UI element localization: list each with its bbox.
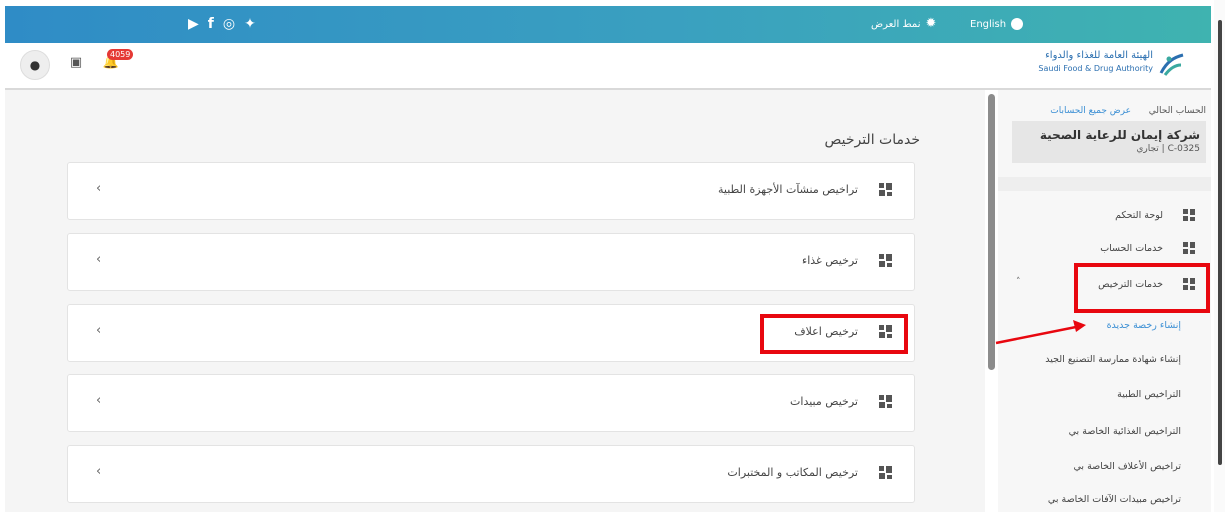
- twitter-icon[interactable]: ✦: [244, 16, 256, 32]
- sub-item-food-licenses[interactable]: التراخيص الغذائية الخاصة بي: [1069, 426, 1181, 437]
- instagram-icon[interactable]: ◎: [223, 16, 235, 32]
- main-content: خدمات الترخيص ‹ تراخيص منشآت الأجهزة الط…: [5, 90, 985, 512]
- youtube-icon[interactable]: ▶: [188, 16, 199, 32]
- chevron-left-icon: ‹: [96, 464, 102, 479]
- card-food[interactable]: ‹ ترخيص غذاء: [67, 233, 915, 291]
- notification-badge: 4059: [107, 49, 134, 60]
- chevron-left-icon: ‹: [96, 323, 102, 338]
- nav-label: لوحة التحكم: [1115, 209, 1163, 221]
- all-accounts-link[interactable]: عرض جميع الحسابات: [1050, 106, 1131, 116]
- header: ● ▣ 🔔 4059 الهيئة العامة للغذاء والدواء …: [5, 43, 1211, 90]
- grid-icon: [879, 466, 892, 479]
- facebook-icon[interactable]: f: [208, 16, 214, 32]
- chevron-left-icon: ‹: [96, 181, 102, 196]
- sfda-logo[interactable]: الهيئة العامة للغذاء والدواء Saudi Food …: [1015, 49, 1185, 81]
- logo-english-text: Saudi Food & Drug Authority: [1038, 64, 1153, 73]
- company-sub: C-0325 | تجاري: [1136, 144, 1200, 154]
- sub-item-feed-licenses[interactable]: تراخيص الأعلاف الخاصة بي: [1074, 461, 1182, 472]
- nav-dashboard[interactable]: لوحة التحكم: [1115, 209, 1195, 221]
- grid-icon: [1183, 209, 1195, 221]
- highlight-licensing-services: [1074, 263, 1210, 313]
- page-title: خدمات الترخيص: [824, 132, 920, 148]
- scrollbar-thumb[interactable]: [1218, 20, 1222, 465]
- card-pesticides[interactable]: ‹ ترخيص مبيدات: [67, 374, 915, 432]
- box-icon[interactable]: ▣: [65, 55, 87, 71]
- language-switch[interactable]: English: [970, 18, 1024, 30]
- language-label: English: [970, 18, 1007, 30]
- grid-icon: [879, 395, 892, 408]
- display-mode-label: نمط العرض: [871, 18, 921, 30]
- divider: [998, 177, 1211, 191]
- social-links: ▶ f ◎ ✦: [188, 16, 256, 32]
- nav-account-services[interactable]: خدمات الحساب: [1100, 242, 1195, 254]
- sub-item-gmp-certificate[interactable]: إنشاء شهادة ممارسة التصنيع الجيد: [1045, 354, 1181, 365]
- chevron-left-icon: ‹: [96, 252, 102, 267]
- chevron-up-icon[interactable]: ˄: [1016, 277, 1021, 287]
- grid-icon: [879, 183, 892, 196]
- sub-item-medical-licenses[interactable]: التراخيص الطبية: [1117, 389, 1181, 400]
- card-offices-labs[interactable]: ‹ ترخيص المكاتب و المختبرات: [67, 445, 915, 503]
- card-label: ترخيص غذاء: [802, 254, 858, 267]
- highlight-feed-card: [760, 314, 908, 354]
- grid-icon: [879, 254, 892, 267]
- company-name: شركة إيمان للرعاية الصحية: [1039, 128, 1200, 142]
- gear-icon: ✹: [925, 16, 937, 31]
- current-account-label: الحساب الحالي: [1148, 106, 1206, 116]
- grid-icon: [1183, 242, 1195, 254]
- content-scrollbar[interactable]: [988, 94, 995, 370]
- sub-item-new-license[interactable]: إنشاء رخصة جديدة: [1107, 320, 1181, 331]
- logo-arabic-text: الهيئة العامة للغذاء والدواء: [1045, 50, 1153, 61]
- card-label: تراخيص منشآت الأجهزة الطبية: [717, 183, 858, 196]
- page-scrollbar[interactable]: [1214, 0, 1225, 512]
- top-bar: ▶ f ◎ ✦ نمط العرض ✹ English: [5, 6, 1211, 43]
- chevron-left-icon: ‹: [96, 393, 102, 408]
- globe-icon: [1011, 18, 1024, 30]
- nav-label: خدمات الحساب: [1100, 242, 1163, 254]
- user-avatar-icon[interactable]: ●: [20, 50, 50, 80]
- display-mode-toggle[interactable]: نمط العرض ✹: [871, 16, 937, 31]
- card-label: ترخيص مبيدات: [790, 395, 858, 408]
- logo-mark-icon: [1159, 53, 1184, 76]
- sub-item-pesticide-licenses[interactable]: تراخيص مبيدات الآفات الخاصة بي: [1048, 494, 1181, 505]
- account-card[interactable]: شركة إيمان للرعاية الصحية C-0325 | تجاري: [1012, 121, 1206, 163]
- card-label: ترخيص المكاتب و المختبرات: [727, 466, 858, 479]
- card-medical-devices[interactable]: ‹ تراخيص منشآت الأجهزة الطبية: [67, 162, 915, 220]
